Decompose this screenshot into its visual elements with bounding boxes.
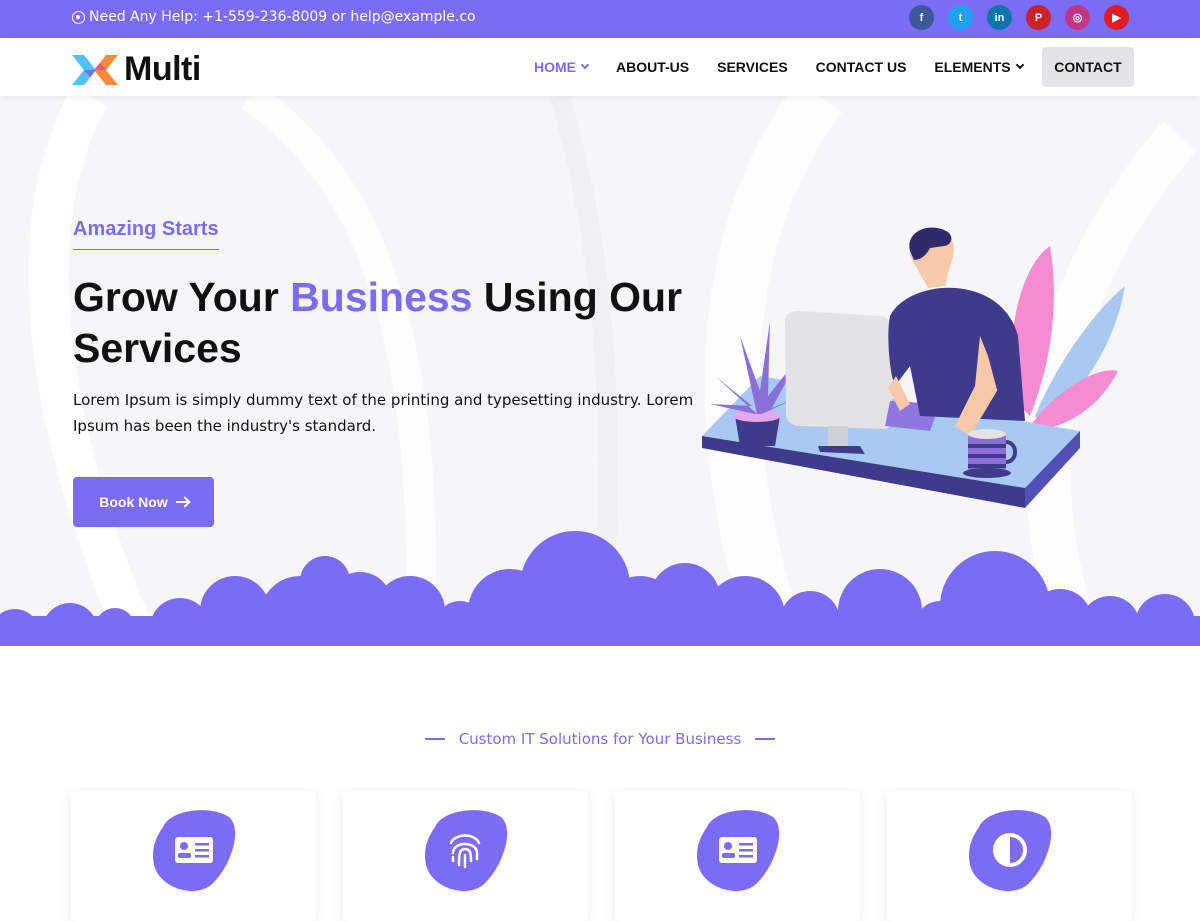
- logo[interactable]: Multi: [72, 50, 201, 89]
- logo-text: Multi: [124, 50, 201, 88]
- tagline-text: Custom IT Solutions for Your Business: [458, 730, 742, 748]
- service-card[interactable]: [71, 791, 316, 921]
- hero-illustration: [702, 227, 1125, 508]
- contrast-icon: [969, 810, 1052, 892]
- contact-button[interactable]: CONTACT: [1042, 47, 1134, 87]
- section-tagline: Custom IT Solutions for Your Business: [0, 730, 1200, 748]
- service-card[interactable]: [343, 791, 588, 921]
- nav-item-contact-us[interactable]: CONTACT US: [816, 59, 907, 75]
- location-dot-icon: [72, 10, 85, 24]
- service-card[interactable]: [887, 791, 1132, 921]
- linkedin-icon[interactable]: in: [987, 5, 1012, 30]
- divider: [424, 738, 445, 740]
- logo-mark-icon: [72, 54, 118, 85]
- hero-description: Lorem Ipsum is simply dummy text of the …: [73, 391, 694, 435]
- divider: [755, 738, 776, 740]
- instagram-icon[interactable]: ◎: [1065, 5, 1090, 30]
- nav-item-elements[interactable]: ELEMENTS: [934, 59, 1024, 75]
- help-text: Need Any Help: +1-559-236-8009 or help@e…: [89, 9, 476, 25]
- help-contact: Need Any Help: +1-559-236-8009 or help@e…: [72, 9, 476, 25]
- facebook-icon[interactable]: f: [909, 5, 934, 30]
- youtube-icon[interactable]: ▶: [1104, 5, 1129, 30]
- nav-item-home[interactable]: HOME: [534, 59, 590, 75]
- id-card-icon: [153, 810, 236, 892]
- pinterest-icon[interactable]: P: [1026, 5, 1051, 30]
- hero-clouds-divider: [0, 531, 1200, 646]
- top-bar: Need Any Help: +1-559-236-8009 or help@e…: [0, 0, 1200, 38]
- fingerprint-icon: [425, 810, 508, 892]
- chevron-down-icon: [1015, 60, 1024, 70]
- twitter-icon[interactable]: t: [948, 5, 973, 30]
- id-card-icon: [697, 810, 780, 892]
- hero-headline: Grow Your Business Using Our Services: [73, 274, 683, 371]
- service-card[interactable]: [615, 791, 860, 921]
- chevron-down-icon: [580, 60, 590, 70]
- hero-eyebrow: Amazing Starts: [73, 218, 219, 250]
- nav-item-about-us[interactable]: ABOUT-US: [616, 59, 689, 75]
- arrow-right-icon: [175, 501, 188, 503]
- main-nav: HOME ABOUT-US SERVICES CONTACT US ELEMEN…: [534, 59, 1024, 75]
- social-links: f t in P ◎ ▶: [909, 5, 1129, 30]
- service-cards: [71, 791, 1132, 921]
- site-header: Multi HOME ABOUT-US SERVICES CONTACT US …: [0, 38, 1200, 96]
- hero-section: Amazing Starts Grow Your Business Using …: [0, 96, 1200, 646]
- nav-item-services[interactable]: SERVICES: [717, 59, 788, 75]
